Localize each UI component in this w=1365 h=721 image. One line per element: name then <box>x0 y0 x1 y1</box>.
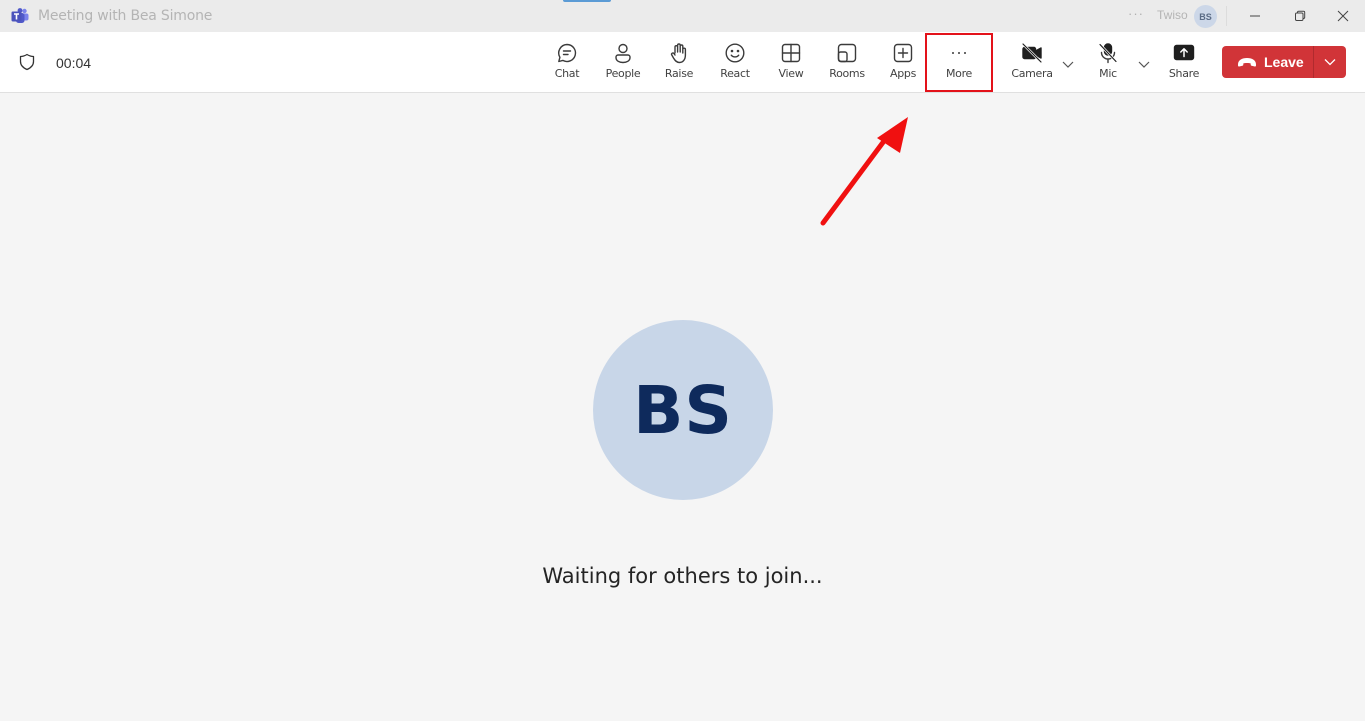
share-label: Share <box>1168 67 1200 80</box>
account-avatar[interactable]: BS <box>1194 5 1217 28</box>
camera-label: Camera <box>1011 67 1053 80</box>
raise-hand-button[interactable]: Raise <box>651 42 707 86</box>
window-title: Meeting with Bea Simone <box>38 8 213 24</box>
title-more-button[interactable]: ··· <box>1128 6 1144 21</box>
title-divider <box>1226 6 1227 26</box>
minimize-icon <box>1250 15 1260 17</box>
close-window-button[interactable] <box>1320 0 1365 32</box>
react-button[interactable]: React <box>707 42 763 86</box>
share-button[interactable]: Share <box>1156 42 1212 86</box>
chevron-down-icon <box>1062 61 1074 68</box>
chat-bubble-icon <box>558 43 577 63</box>
chat-button[interactable]: Chat <box>539 42 595 86</box>
org-name[interactable]: Twiso <box>1157 8 1188 22</box>
camera-off-icon <box>1021 42 1043 64</box>
annotation-highlight-box <box>925 33 993 92</box>
mic-label: Mic <box>1099 67 1117 80</box>
microsoft-teams-icon <box>11 8 29 23</box>
camera-options-chevron[interactable] <box>1061 57 1075 71</box>
apps-button[interactable]: Apps <box>875 42 931 86</box>
close-icon <box>1337 10 1349 22</box>
raise-hand-icon <box>670 43 687 64</box>
shield-icon[interactable] <box>19 53 35 71</box>
drag-indicator <box>563 0 611 2</box>
waiting-status-text: Waiting for others to join... <box>542 564 823 588</box>
mic-options-chevron[interactable] <box>1137 57 1151 71</box>
people-label: People <box>605 67 641 80</box>
smiley-icon <box>725 43 745 63</box>
people-button[interactable]: People <box>595 42 651 86</box>
leave-options-button[interactable] <box>1314 46 1346 78</box>
leave-button[interactable]: Leave <box>1222 46 1314 78</box>
participant-initials: BS <box>633 371 733 449</box>
meeting-timer: 00:04 <box>56 55 92 71</box>
minimize-button[interactable] <box>1232 0 1278 32</box>
chat-label: Chat <box>554 67 580 80</box>
apps-label: Apps <box>889 67 917 80</box>
share-screen-icon <box>1173 44 1195 61</box>
view-label: View <box>778 67 804 80</box>
mic-button[interactable]: Mic <box>1080 42 1136 86</box>
breakout-rooms-icon <box>837 43 857 63</box>
person-icon <box>615 43 631 64</box>
add-app-icon <box>893 43 913 63</box>
annotation-arrow <box>820 117 908 226</box>
restore-button[interactable] <box>1277 0 1323 32</box>
leave-button-group: Leave <box>1222 46 1346 78</box>
rooms-button[interactable]: Rooms <box>819 42 875 86</box>
grid-view-icon <box>781 43 801 63</box>
raise-label: Raise <box>664 67 694 80</box>
rooms-label: Rooms <box>829 67 865 80</box>
chevron-down-icon <box>1138 61 1150 68</box>
participant-avatar: BS <box>593 320 773 500</box>
account-initials: BS <box>1199 11 1212 22</box>
meeting-toolbar: 00:04 Chat People Raise React View Rooms… <box>0 32 1365 93</box>
title-bar: Meeting with Bea Simone ··· Twiso BS <box>0 0 1365 32</box>
mic-off-icon <box>1098 43 1118 64</box>
hang-up-icon <box>1237 58 1257 67</box>
react-label: React <box>720 67 750 80</box>
restore-icon <box>1295 10 1306 21</box>
view-button[interactable]: View <box>763 42 819 86</box>
camera-button[interactable]: Camera <box>1004 42 1060 86</box>
leave-label: Leave <box>1264 54 1304 70</box>
chevron-down-icon <box>1324 59 1336 66</box>
